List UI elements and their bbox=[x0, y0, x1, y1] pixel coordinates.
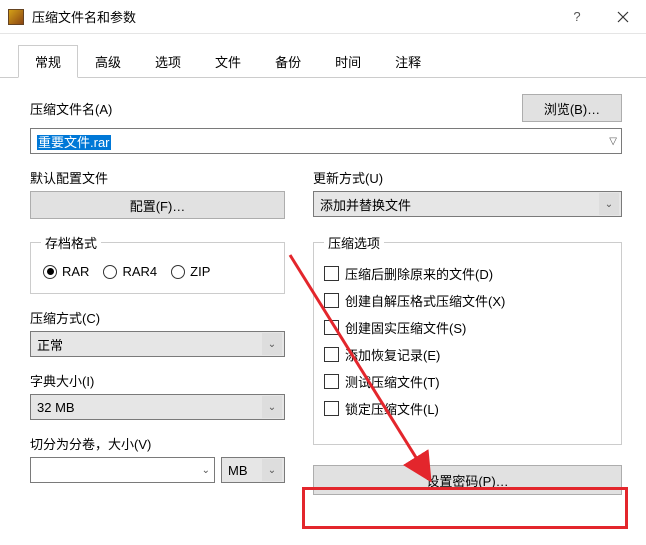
checkbox-icon bbox=[324, 266, 339, 281]
update-mode-value: 添加并替换文件 bbox=[320, 195, 599, 214]
title-bar: 压缩文件名和参数 ? bbox=[0, 0, 646, 34]
tab-comment[interactable]: 注释 bbox=[378, 45, 438, 78]
split-volume-label: 切分为分卷，大小(V) bbox=[30, 434, 285, 453]
chevron-down-icon: ⌄ bbox=[262, 396, 282, 418]
window-title: 压缩文件名和参数 bbox=[32, 7, 554, 26]
opt-solid-label: 创建固实压缩文件(S) bbox=[345, 318, 466, 337]
checkbox-icon bbox=[324, 293, 339, 308]
compression-options-legend: 压缩选项 bbox=[324, 233, 384, 252]
tab-general[interactable]: 常规 bbox=[18, 45, 78, 78]
archive-format-group: 存档格式 RAR RAR4 ZIP bbox=[30, 233, 285, 294]
archive-name-combo[interactable]: 重要文件.rar ▽ bbox=[30, 128, 622, 154]
checkbox-icon bbox=[324, 401, 339, 416]
checkbox-icon bbox=[324, 347, 339, 362]
opt-recovery[interactable]: 添加恢复记录(E) bbox=[324, 341, 611, 368]
tab-advanced[interactable]: 高级 bbox=[78, 45, 138, 78]
compression-options-group: 压缩选项 压缩后删除原来的文件(D) 创建自解压格式压缩文件(X) 创建固实压缩… bbox=[313, 233, 622, 445]
default-profile-label: 默认配置文件 bbox=[30, 168, 285, 187]
update-mode-label: 更新方式(U) bbox=[313, 168, 622, 187]
help-button[interactable]: ? bbox=[554, 0, 600, 34]
close-icon bbox=[617, 11, 629, 23]
opt-sfx-label: 创建自解压格式压缩文件(X) bbox=[345, 291, 505, 310]
opt-test[interactable]: 测试压缩文件(T) bbox=[324, 368, 611, 395]
compression-method-label: 压缩方式(C) bbox=[30, 308, 285, 327]
opt-lock[interactable]: 锁定压缩文件(L) bbox=[324, 395, 611, 422]
radio-rar-label: RAR bbox=[62, 264, 89, 279]
opt-recovery-label: 添加恢复记录(E) bbox=[345, 345, 440, 364]
split-volume-unit: MB bbox=[228, 463, 262, 478]
compression-method-value: 正常 bbox=[37, 335, 262, 354]
opt-test-label: 测试压缩文件(T) bbox=[345, 372, 440, 391]
archive-name-label: 压缩文件名(A) bbox=[30, 99, 508, 118]
chevron-down-icon: ⌄ bbox=[202, 465, 210, 476]
tab-strip: 常规 高级 选项 文件 备份 时间 注释 bbox=[0, 34, 646, 78]
split-volume-input[interactable]: ⌄ bbox=[30, 457, 215, 483]
update-mode-select[interactable]: 添加并替换文件 ⌄ bbox=[313, 191, 622, 217]
app-icon bbox=[8, 9, 24, 25]
radio-rar4-label: RAR4 bbox=[122, 264, 157, 279]
tab-files[interactable]: 文件 bbox=[198, 45, 258, 78]
set-password-button[interactable]: 设置密码(P)… bbox=[313, 465, 622, 495]
browse-button[interactable]: 浏览(B)… bbox=[522, 94, 622, 122]
dictionary-size-label: 字典大小(I) bbox=[30, 371, 285, 390]
tab-panel-general: 压缩文件名(A) 浏览(B)… 重要文件.rar ▽ 默认配置文件 配置(F)…… bbox=[0, 78, 646, 511]
tab-backup[interactable]: 备份 bbox=[258, 45, 318, 78]
radio-zip[interactable]: ZIP bbox=[171, 264, 210, 279]
checkbox-icon bbox=[324, 320, 339, 335]
checkbox-icon bbox=[324, 374, 339, 389]
close-button[interactable] bbox=[600, 0, 646, 34]
radio-dot-icon bbox=[171, 265, 185, 279]
dictionary-size-value: 32 MB bbox=[37, 400, 262, 415]
chevron-down-icon: ▽ bbox=[609, 136, 617, 147]
archive-format-legend: 存档格式 bbox=[41, 233, 101, 252]
radio-dot-icon bbox=[103, 265, 117, 279]
radio-rar[interactable]: RAR bbox=[43, 264, 89, 279]
radio-zip-label: ZIP bbox=[190, 264, 210, 279]
dictionary-size-select[interactable]: 32 MB ⌄ bbox=[30, 394, 285, 420]
tab-time[interactable]: 时间 bbox=[318, 45, 378, 78]
archive-name-value: 重要文件.rar bbox=[37, 135, 111, 150]
tab-options[interactable]: 选项 bbox=[138, 45, 198, 78]
configure-button[interactable]: 配置(F)… bbox=[30, 191, 285, 219]
split-volume-unit-select[interactable]: MB ⌄ bbox=[221, 457, 285, 483]
opt-solid[interactable]: 创建固实压缩文件(S) bbox=[324, 314, 611, 341]
radio-rar4[interactable]: RAR4 bbox=[103, 264, 157, 279]
opt-lock-label: 锁定压缩文件(L) bbox=[345, 399, 439, 418]
opt-delete-after-label: 压缩后删除原来的文件(D) bbox=[345, 264, 493, 283]
chevron-down-icon: ⌄ bbox=[599, 193, 619, 215]
opt-delete-after[interactable]: 压缩后删除原来的文件(D) bbox=[324, 260, 611, 287]
radio-dot-icon bbox=[43, 265, 57, 279]
opt-sfx[interactable]: 创建自解压格式压缩文件(X) bbox=[324, 287, 611, 314]
compression-method-select[interactable]: 正常 ⌄ bbox=[30, 331, 285, 357]
chevron-down-icon: ⌄ bbox=[262, 459, 282, 481]
chevron-down-icon: ⌄ bbox=[262, 333, 282, 355]
